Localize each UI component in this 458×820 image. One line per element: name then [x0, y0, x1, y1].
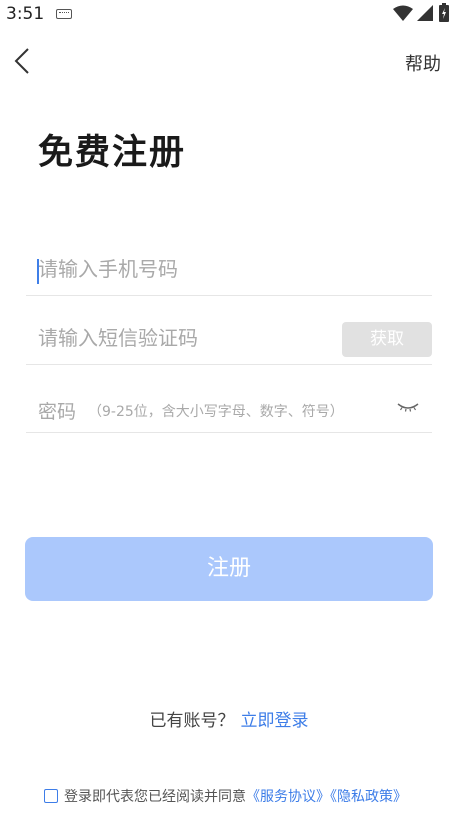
agreement-checkbox[interactable] — [44, 789, 58, 803]
register-button[interactable]: 注册 — [25, 537, 433, 601]
phone-input[interactable] — [36, 256, 420, 282]
agreement-text: 登录即代表您已经阅读并同意 — [64, 789, 246, 805]
phone-field-row — [26, 246, 432, 296]
password-label: 密码 — [38, 401, 77, 423]
wifi-icon — [393, 5, 413, 21]
password-hint: （9-25位，含大小写字母、数字、符号） — [88, 404, 344, 420]
privacy-policy-link[interactable]: 《隐私政策》 — [330, 789, 407, 805]
eye-closed-icon[interactable] — [396, 399, 420, 415]
service-agreement-link[interactable]: 《服务协议》 — [246, 789, 330, 805]
back-button[interactable] — [10, 46, 38, 76]
password-field[interactable]: 密码 （9-25位，含大小写字母、数字、符号） — [26, 385, 432, 433]
battery-icon — [439, 3, 449, 22]
login-link[interactable]: 立即登录 — [241, 711, 309, 731]
keyboard-icon — [56, 9, 72, 19]
help-link[interactable]: 帮助 — [405, 50, 441, 76]
sms-field-row: 获取 — [26, 316, 432, 365]
login-prompt: 已有账号？ 立即登录 — [0, 706, 458, 731]
get-code-button[interactable]: 获取 — [342, 322, 432, 357]
agreement-row: 登录即代表您已经阅读并同意《服务协议》《隐私政策》 — [44, 786, 407, 806]
page-title: 免费注册 — [38, 133, 187, 173]
chevron-left-icon — [14, 48, 29, 74]
status-time: 3:51 — [6, 4, 45, 24]
login-prefix-text: 已有账号？ — [149, 711, 235, 731]
text-cursor — [37, 259, 39, 284]
signal-icon — [417, 5, 433, 21]
status-bar: 3:51 — [0, 0, 458, 28]
sms-code-input[interactable] — [36, 325, 330, 351]
